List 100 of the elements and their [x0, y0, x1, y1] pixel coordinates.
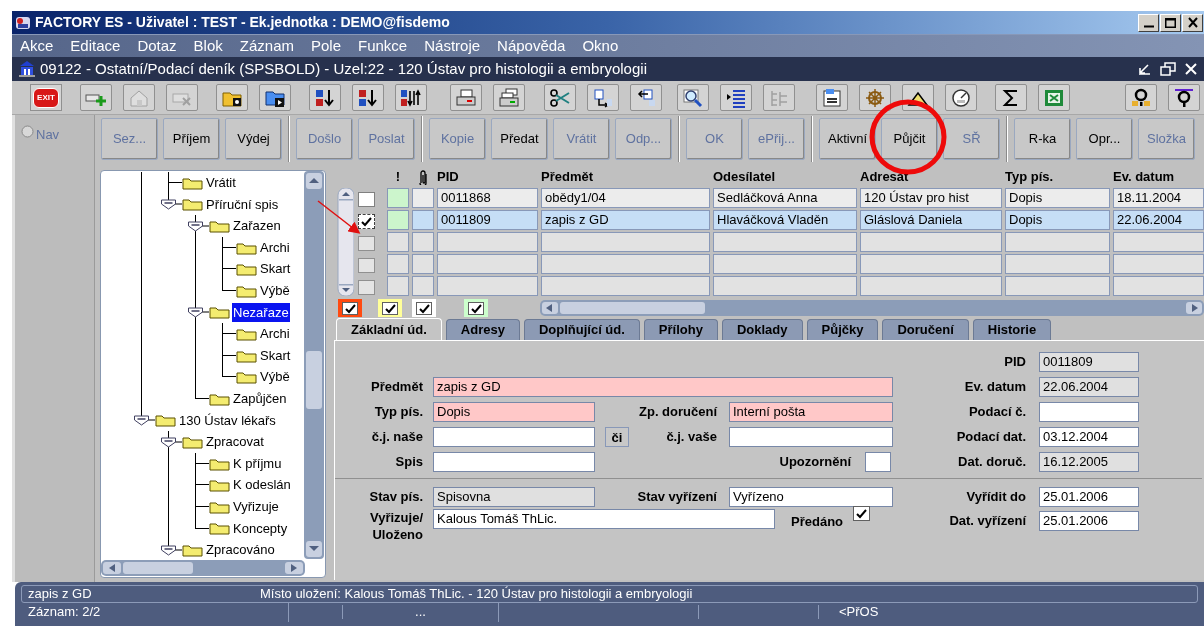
toolbar-button[interactable] [677, 84, 709, 111]
input-field[interactable]: Interní pošta [729, 401, 893, 422]
lookup-button[interactable]: či [605, 426, 629, 447]
input-field[interactable]: 22.06.2004 [1039, 376, 1139, 397]
table-cell [387, 276, 409, 296]
checkbox[interactable] [358, 213, 375, 229]
folder-icon [236, 240, 257, 255]
input-field[interactable] [433, 451, 595, 472]
tree-item[interactable]: Skart [259, 259, 292, 279]
input-field[interactable]: 03.12.2004 [1039, 426, 1139, 447]
close-button[interactable] [1182, 13, 1203, 32]
toolbar-button[interactable] [1125, 84, 1157, 111]
toolbar-button[interactable] [395, 84, 427, 111]
tree-item[interactable]: Výbě [259, 281, 291, 301]
toolbar-button[interactable] [450, 84, 482, 111]
input-field[interactable]: 0011809 [1039, 351, 1139, 372]
input-field[interactable]: Spisovna [433, 486, 595, 507]
action-button[interactable]: Výdej [225, 118, 282, 160]
tree-item[interactable]: Vrátit [205, 173, 237, 193]
tree-item[interactable]: Příruční spis [205, 194, 280, 215]
toolbar-button[interactable] [544, 84, 576, 111]
input-field[interactable]: Kalous Tomáš ThLic. [433, 509, 775, 529]
maximize-button[interactable] [1160, 13, 1181, 32]
tab[interactable]: Adresy [445, 319, 520, 340]
field-label: Typ pís. [373, 402, 423, 421]
tab[interactable]: Základní úd. [336, 318, 442, 340]
toolbar-button[interactable] [352, 84, 384, 111]
checkbox[interactable] [358, 191, 375, 207]
tab[interactable]: Doručení [882, 319, 969, 340]
toolbar-button[interactable] [945, 84, 977, 111]
action-button[interactable]: R-ka [1014, 118, 1071, 160]
toolbar-button[interactable] [493, 84, 525, 111]
tree-item[interactable]: Zpracovat [205, 432, 265, 452]
minimize-button[interactable] [1138, 13, 1159, 32]
tab[interactable]: Doklady [721, 319, 803, 340]
toolbar-button[interactable] [309, 84, 341, 111]
input-field[interactable] [729, 426, 893, 447]
checkbox[interactable] [382, 301, 398, 315]
tree-item[interactable]: Zařazen [232, 216, 282, 236]
action-button[interactable]: Opr... [1076, 118, 1133, 160]
tab[interactable]: Přílohy [643, 319, 718, 340]
menu-item[interactable]: Dotaz [137, 34, 177, 58]
tree-item[interactable]: 130 Ústav lékařs [178, 410, 277, 431]
menu-item[interactable]: Záznam [239, 34, 294, 58]
input-field[interactable]: 25.01.2006 [1039, 511, 1139, 531]
menu-item[interactable]: Okno [582, 34, 619, 58]
tree-item[interactable]: Výbě [259, 367, 291, 387]
input-field[interactable]: Vyřízeno [729, 486, 893, 507]
action-button[interactable]: Aktivní [819, 118, 876, 160]
checkbox[interactable] [468, 301, 484, 315]
toolbar-button[interactable] [1168, 84, 1200, 111]
input-field[interactable]: 25.01.2006 [1039, 486, 1139, 507]
tree-item[interactable]: Zapůjčen [232, 389, 288, 409]
menu-item[interactable]: Blok [193, 34, 223, 58]
tree-item[interactable]: Archi [259, 324, 291, 344]
toolbar-button[interactable] [630, 84, 662, 111]
tree-item[interactable]: Archi [259, 237, 291, 258]
tree-item[interactable]: K odeslán [232, 475, 292, 495]
table-cell: 0011868 [437, 188, 538, 208]
checkbox[interactable] [853, 506, 870, 521]
field-label: Podací dat. [955, 427, 1026, 446]
menu-item[interactable]: Nápověda [497, 34, 566, 58]
tree-item[interactable]: Nezařaze [232, 302, 290, 323]
input-field[interactable]: zapis z GD [433, 376, 893, 397]
menu-item[interactable]: Funkce [358, 34, 408, 58]
table-cell [412, 276, 434, 296]
tree-item[interactable]: K příjmu [232, 453, 283, 474]
tree-item[interactable]: Koncepty [232, 518, 289, 539]
menu-item[interactable]: Akce [20, 34, 54, 58]
folder-icon [182, 197, 203, 212]
checkbox[interactable] [358, 279, 375, 295]
toolbar-button[interactable] [995, 84, 1027, 111]
toolbar-button[interactable] [587, 84, 619, 111]
action-button[interactable]: Předat [491, 118, 548, 160]
input-field[interactable]: Dopis [433, 401, 595, 422]
status-text: Záznam: 2/2 [21, 602, 289, 622]
toolbar-button[interactable] [216, 84, 248, 111]
checkbox[interactable] [358, 235, 375, 251]
menu-item[interactable]: Editace [70, 34, 121, 58]
input-field[interactable] [433, 426, 595, 447]
input-field[interactable] [865, 451, 891, 472]
tree-item[interactable]: Vyřizuje [232, 496, 280, 517]
input-field[interactable] [1039, 401, 1139, 422]
action-button[interactable]: Půjčit [881, 118, 938, 160]
checkbox[interactable] [342, 301, 358, 315]
menu-item[interactable]: Pole [310, 34, 341, 58]
tab[interactable]: Půjčky [806, 319, 879, 340]
tab[interactable]: Historie [972, 319, 1052, 340]
toolbar-button[interactable] [816, 84, 848, 111]
checkbox[interactable] [416, 301, 432, 315]
action-button[interactable]: Příjem [163, 118, 220, 160]
menu-item[interactable]: Nástroje [424, 34, 481, 58]
tree-item[interactable]: Zpracováno [205, 540, 276, 559]
checkbox[interactable] [358, 257, 375, 273]
tab[interactable]: Doplňující úd. [523, 319, 640, 340]
toolbar-button[interactable] [259, 84, 291, 111]
folder-icon [209, 219, 230, 233]
input-field[interactable]: 16.12.2005 [1039, 451, 1139, 472]
tree-item[interactable]: Skart [259, 345, 292, 366]
exit-button[interactable]: EXIT [30, 84, 62, 111]
